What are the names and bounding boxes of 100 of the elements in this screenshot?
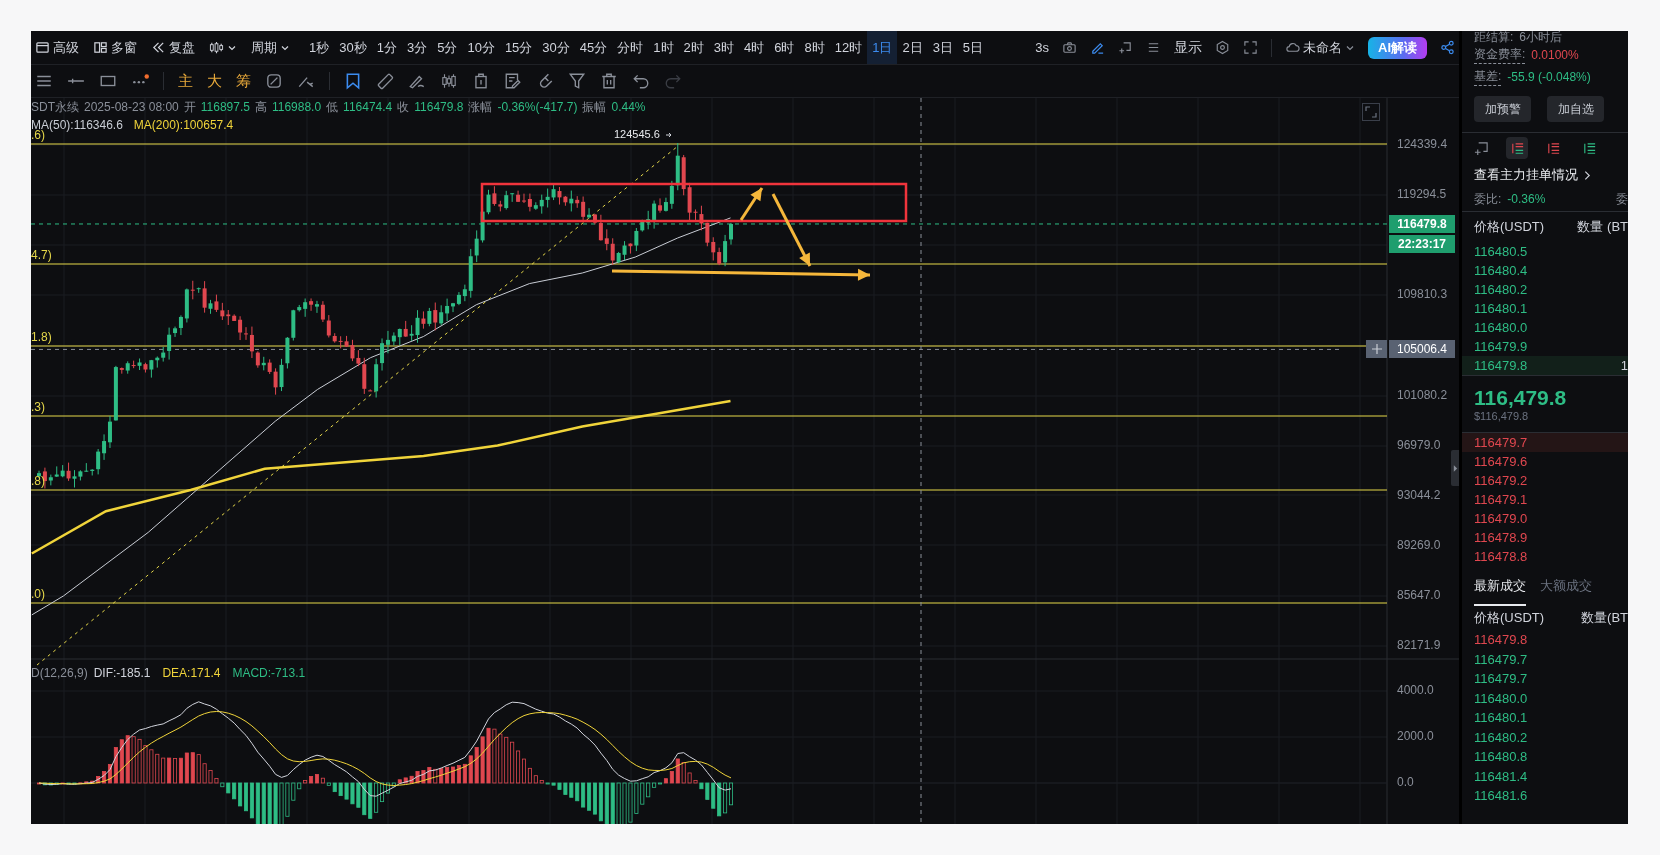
list-icon[interactable] [1146,40,1161,55]
interval-tab[interactable]: 5分 [432,31,463,64]
order-book-row[interactable]: 116479.7 [1462,433,1628,452]
interval-tab[interactable]: 15分 [499,31,538,64]
level-label: 4.7) [31,248,52,262]
interval-tab[interactable]: 1秒 [304,31,335,64]
bookmark-icon[interactable] [344,72,362,90]
order-book-row[interactable]: 116478.9 [1462,528,1628,547]
add-window-icon[interactable] [1118,40,1133,55]
order-book-row[interactable]: 116480.4 [1462,261,1628,280]
interval-tab[interactable]: 6时 [769,31,800,64]
trade-price: 116480.8 [1474,749,1528,765]
interval-tab[interactable]: 30秒 [334,31,372,64]
column-header: 数量(BT [1581,609,1628,627]
interval-tab[interactable]: 5日 [957,31,989,64]
ohlc-label: 收 [397,98,410,116]
last-price: 116,479.8 [1474,386,1568,410]
undo-icon[interactable] [632,72,650,90]
sidebar-button[interactable]: 加自选 [1547,96,1604,122]
toolbar-menu-button[interactable]: 高级 [35,31,79,64]
order-book-row[interactable]: 116479.9 [1462,337,1628,356]
price-tick-label: 119294.5 [1397,187,1447,202]
order-book-row[interactable]: 116479.8 1 [1462,356,1628,375]
price-tick-label: 109810.3 [1397,287,1448,302]
interval-tab[interactable]: 1时 [648,31,679,64]
ohlc-label: 低 [326,98,339,116]
candlestick-icon[interactable] [440,72,458,90]
period-dropdown[interactable]: 周期 [251,31,290,64]
book-view-button[interactable] [1506,137,1528,159]
order-book-row[interactable]: 116479.1 [1462,490,1628,509]
trades-tab[interactable]: 最新成交 [1474,566,1526,606]
share-icon[interactable] [1440,40,1455,55]
countdown-badge: 22:23:17 [1389,234,1455,253]
price-tick-label: 101080.2 [1397,387,1448,402]
macd-title: D(12,26,9) [31,666,88,680]
settings-icon[interactable] [1215,40,1230,55]
refresh-interval-button[interactable]: 3s [1035,31,1049,64]
last-price-badge: 116479.8 [1389,214,1455,233]
column-header: 数量 (BT [1577,218,1628,236]
interval-tab[interactable]: 12时 [829,31,868,64]
interval-tab[interactable]: 2时 [678,31,709,64]
trade-price: 116481.4 [1474,768,1528,784]
interval-tab[interactable]: 10分 [462,31,500,64]
order-book-row[interactable]: 116478.8 [1462,547,1628,566]
ai-analysis-button[interactable]: AI解读 [1368,36,1427,59]
toolbar-menu-button[interactable]: 多窗 [93,31,137,64]
sidebar-button[interactable]: 加预警 [1474,96,1531,122]
ohlc-value: 0.44% [611,100,646,114]
macd-tick-label: 4000.0 [1397,683,1434,697]
plus-icon [1370,343,1383,356]
interval-tab[interactable]: 3分 [401,31,433,64]
toolbar-menu-button[interactable]: 复盘 [151,31,195,64]
settlement-label: 距结算: [1474,31,1514,43]
add-button[interactable] [1366,340,1387,359]
level-label: .0) [31,587,45,601]
interval-tab[interactable]: 分时 [612,31,649,64]
camera-icon[interactable] [1062,40,1077,55]
order-book-bids-icon [1581,140,1597,156]
clipboard-icon[interactable] [472,72,490,90]
rotate-icon[interactable] [265,72,283,90]
macd-tick-label: 2000.0 [1397,729,1434,743]
order-price: 116479.2 [1474,473,1528,488]
depth-link[interactable]: 查看主力挂单情况 [1462,163,1628,187]
indicator-shortcut[interactable]: 主 [178,71,193,91]
layout-dropdown[interactable]: 未命名 [1285,31,1355,64]
interval-tab[interactable]: 30分 [537,31,575,64]
interval-tab[interactable]: 3时 [708,31,739,64]
ruler-icon[interactable] [376,72,394,90]
trash-icon[interactable] [600,72,618,90]
ratio-value: -0.36% [1507,192,1546,206]
order-book-row[interactable]: 116479.2 [1462,471,1628,490]
order-book-row[interactable]: 116480.2 [1462,280,1628,299]
price-tick-label: 82171.9 [1397,638,1441,652]
trade-price: 116481.6 [1474,788,1528,804]
order-price: 116479.9 [1474,339,1528,354]
trades-tab[interactable]: 大额成交 [1540,566,1592,606]
interval-tab[interactable]: 3日 [927,31,958,64]
order-book-row[interactable]: 116479.0 [1462,509,1628,528]
pencil-icon[interactable] [1090,40,1105,55]
crosshair-price-badge: 105006.4 [1389,340,1455,359]
interval-tab[interactable]: 8时 [799,31,830,64]
ohlc-value: 116988.0 [271,100,322,114]
note-icon[interactable] [504,72,522,90]
interval-tab[interactable]: 2日 [897,31,928,64]
interval-tab[interactable]: 4时 [739,31,770,64]
fullscreen-icon[interactable] [1243,40,1258,55]
indicator-shortcut[interactable]: 筹 [236,71,251,91]
order-book-row[interactable]: 116480.5 [1462,242,1628,261]
order-book-row[interactable]: 116479.6 [1462,452,1628,471]
interval-tab[interactable]: 45分 [574,31,613,64]
cloud-icon [1285,40,1300,55]
filter-icon[interactable] [568,72,586,90]
display-button[interactable]: 显示 [1174,31,1202,64]
order-book-row[interactable]: 116480.0 [1462,318,1628,337]
indicator-shortcut[interactable]: 大 [207,71,222,91]
interval-tab[interactable]: 1日 [867,31,898,64]
order-book-row[interactable]: 116480.1 [1462,299,1628,318]
collapse-handle[interactable] [1451,450,1459,486]
funding-rate-value: 0.0100% [1531,48,1579,62]
interval-tab[interactable]: 1分 [371,31,402,64]
